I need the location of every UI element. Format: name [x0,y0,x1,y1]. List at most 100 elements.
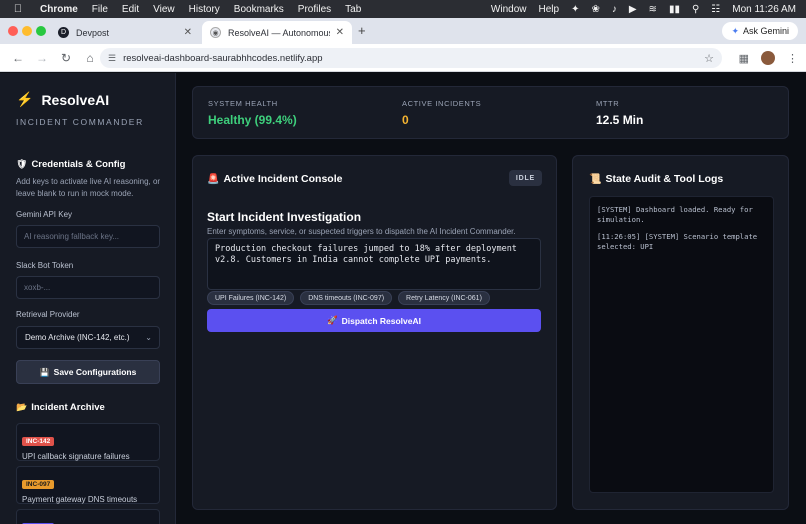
console-title-text: Active Incident Console [223,173,343,185]
active-incidents-value: 0 [402,113,409,127]
menu-view[interactable]: View [153,4,175,15]
menu-profiles[interactable]: Profiles [298,4,331,15]
reload-icon[interactable]: ↻ [60,51,72,65]
bookmark-star-icon[interactable]: ☆ [704,52,714,65]
slack-bot-token-label: Slack Bot Token [16,261,74,270]
apple-icon[interactable]:  [12,3,24,15]
close-tab-icon[interactable]: ✕ [336,27,344,38]
menu-edit[interactable]: Edit [122,4,139,15]
address-bar[interactable]: ☰ resolveai-dashboard-saurabhhcodes.netl… [100,48,722,68]
menu-bar-clock[interactable]: Mon 11:26 AM [732,4,796,15]
incident-archive-title-text: Incident Archive [31,402,105,413]
gemini-sparkle-icon: ✦ [731,25,739,36]
active-incident-console: 🚨 Active Incident Console IDLE Start Inc… [192,155,557,510]
wifi-icon[interactable]: ≋ [649,4,657,15]
active-incidents-stat: ACTIVE INCIDENTS 0 [402,99,481,127]
rocket-icon: 🚀 [327,315,338,325]
retrieval-provider-value: Demo Archive (INC-142, etc.) [25,333,130,342]
browser-tab-strip: D Devpost ✕ ◉ ResolveAI — Autonomous Inc… [0,18,806,44]
menu-history[interactable]: History [189,4,220,15]
chip-retry-latency[interactable]: Retry Latency (INC-061) [398,291,490,305]
retrieval-provider-select[interactable]: Demo Archive (INC-142, etc.) ⌄ [16,326,160,349]
browser-toolbar: ← → ↻ ⌂ ☰ resolveai-dashboard-saurabhhco… [0,44,806,72]
status-badge: IDLE [508,170,542,186]
back-arrow-icon[interactable]: ← [12,51,24,65]
brand-name: ResolveAI [41,91,110,108]
app-viewport: ⚡ ResolveAI INCIDENT COMMANDER 🛡 Credent… [0,73,806,524]
console-title: 🚨 Active Incident Console [207,173,342,185]
audit-title-text: State Audit & Tool Logs [605,173,724,185]
system-health-value: Healthy (99.4%) [208,113,297,127]
archive-item-inc-061[interactable]: INC-061 [16,509,160,524]
credentials-title-text: Credentials & Config [31,159,126,170]
save-configurations-button[interactable]: 💾 Save Configurations [16,360,160,384]
incident-id-badge: INC-142 [22,437,55,446]
retrieval-provider-label: Retrieval Provider [16,310,80,319]
battery-icon[interactable]: ▮▮ [669,4,680,15]
stat-label: SYSTEM HEALTH [208,99,278,108]
investigation-heading: Start Incident Investigation [207,210,362,224]
lightning-bolt-icon: ⚡ [16,91,34,107]
menu-file[interactable]: File [92,4,108,15]
log-line: [11:26:05] [SYSTEM] Scenario template se… [597,232,758,251]
url-text[interactable]: resolveai-dashboard-saurabhhcodes.netlif… [123,53,322,64]
audit-title: 📜 State Audit & Tool Logs [589,173,723,185]
play-icon[interactable]: ▶ [629,4,637,15]
window-close-button[interactable] [8,26,18,36]
credentials-help-text: Add keys to activate live AI reasoning, … [16,177,161,198]
tool-log-output[interactable]: [SYSTEM] Dashboard loaded. Ready for sim… [589,196,774,493]
tab-devpost[interactable]: D Devpost ✕ [50,21,200,44]
menu-help[interactable]: Help [538,4,559,15]
brand-subtitle: INCIDENT COMMANDER [16,117,144,127]
extensions-puzzle-icon[interactable]: ▦ [739,52,749,65]
tab-resolveai[interactable]: ◉ ResolveAI — Autonomous Inc ✕ [202,21,352,44]
ask-gemini-label: Ask Gemini [742,26,789,36]
scroll-log-icon: 📜 [589,173,602,185]
close-tab-icon[interactable]: ✕ [184,27,192,38]
toolbar-right-actions: ▦ ⋮ [727,44,798,72]
ask-gemini-button[interactable]: ✦ Ask Gemini [722,22,798,40]
menu-tab[interactable]: Tab [345,4,361,15]
incident-symptoms-textarea[interactable]: Production checkout failures jumped to 1… [207,238,541,290]
chip-upi-failures[interactable]: UPI Failures (INC-142) [207,291,295,305]
archive-item-inc-097[interactable]: INC-097 Payment gateway DNS timeouts [16,466,160,504]
window-zoom-button[interactable] [36,26,46,36]
new-tab-plus-icon[interactable]: + [358,23,366,38]
site-info-icon[interactable]: ☰ [108,53,116,64]
spotlight-search-icon[interactable]: ⚲ [692,4,699,15]
profile-avatar[interactable] [761,51,775,65]
devpost-favicon-icon: D [58,27,69,38]
credentials-section-title: 🛡 Credentials & Config [16,159,125,170]
music-icon[interactable]: ♪ [612,4,617,15]
incident-archive-section-title: 📂 Incident Archive [16,402,105,413]
chip-dns-timeouts[interactable]: DNS timeouts (INC-097) [300,291,393,305]
stat-label: MTTR [596,99,620,108]
menu-window[interactable]: Window [491,4,527,15]
system-stats-bar: SYSTEM HEALTH Healthy (99.4%) ACTIVE INC… [192,86,789,139]
more-menu-icon[interactable]: ⋮ [787,52,798,65]
archive-item-inc-142[interactable]: INC-142 UPI callback signature failures [16,423,160,461]
sparkle-icon[interactable]: ✦ [571,4,579,15]
sidebar: ⚡ ResolveAI INCIDENT COMMANDER 🛡 Credent… [0,73,176,524]
gemini-api-key-input[interactable]: AI reasoning fallback key... [16,225,160,248]
control-center-icon[interactable]: ☷ [711,4,720,15]
dispatch-resolveai-button[interactable]: 🚀 Dispatch ResolveAI [207,309,541,332]
slack-bot-token-input[interactable]: xoxb-... [16,276,160,299]
dispatch-label: Dispatch ResolveAI [341,315,421,326]
menu-app-name[interactable]: Chrome [40,4,78,15]
floppy-disk-icon: 💾 [39,367,50,377]
incident-description: Payment gateway DNS timeouts [22,495,138,504]
chevron-down-icon: ⌄ [145,333,152,342]
window-minimize-button[interactable] [22,26,32,36]
scenario-chips: UPI Failures (INC-142) DNS timeouts (INC… [207,291,496,305]
log-line: [SYSTEM] Dashboard loaded. Ready for sim… [597,205,753,224]
forward-arrow-icon[interactable]: → [36,51,48,65]
home-icon[interactable]: ⌂ [84,51,96,65]
brand: ⚡ ResolveAI [16,91,109,108]
mttr-value: 12.5 Min [596,113,644,127]
folder-icon: 📂 [16,402,28,412]
menu-bookmarks[interactable]: Bookmarks [234,4,284,15]
incident-description: UPI callback signature failures [22,452,130,461]
chatgpt-icon[interactable]: ❀ [591,4,599,15]
stat-label: ACTIVE INCIDENTS [402,99,482,108]
